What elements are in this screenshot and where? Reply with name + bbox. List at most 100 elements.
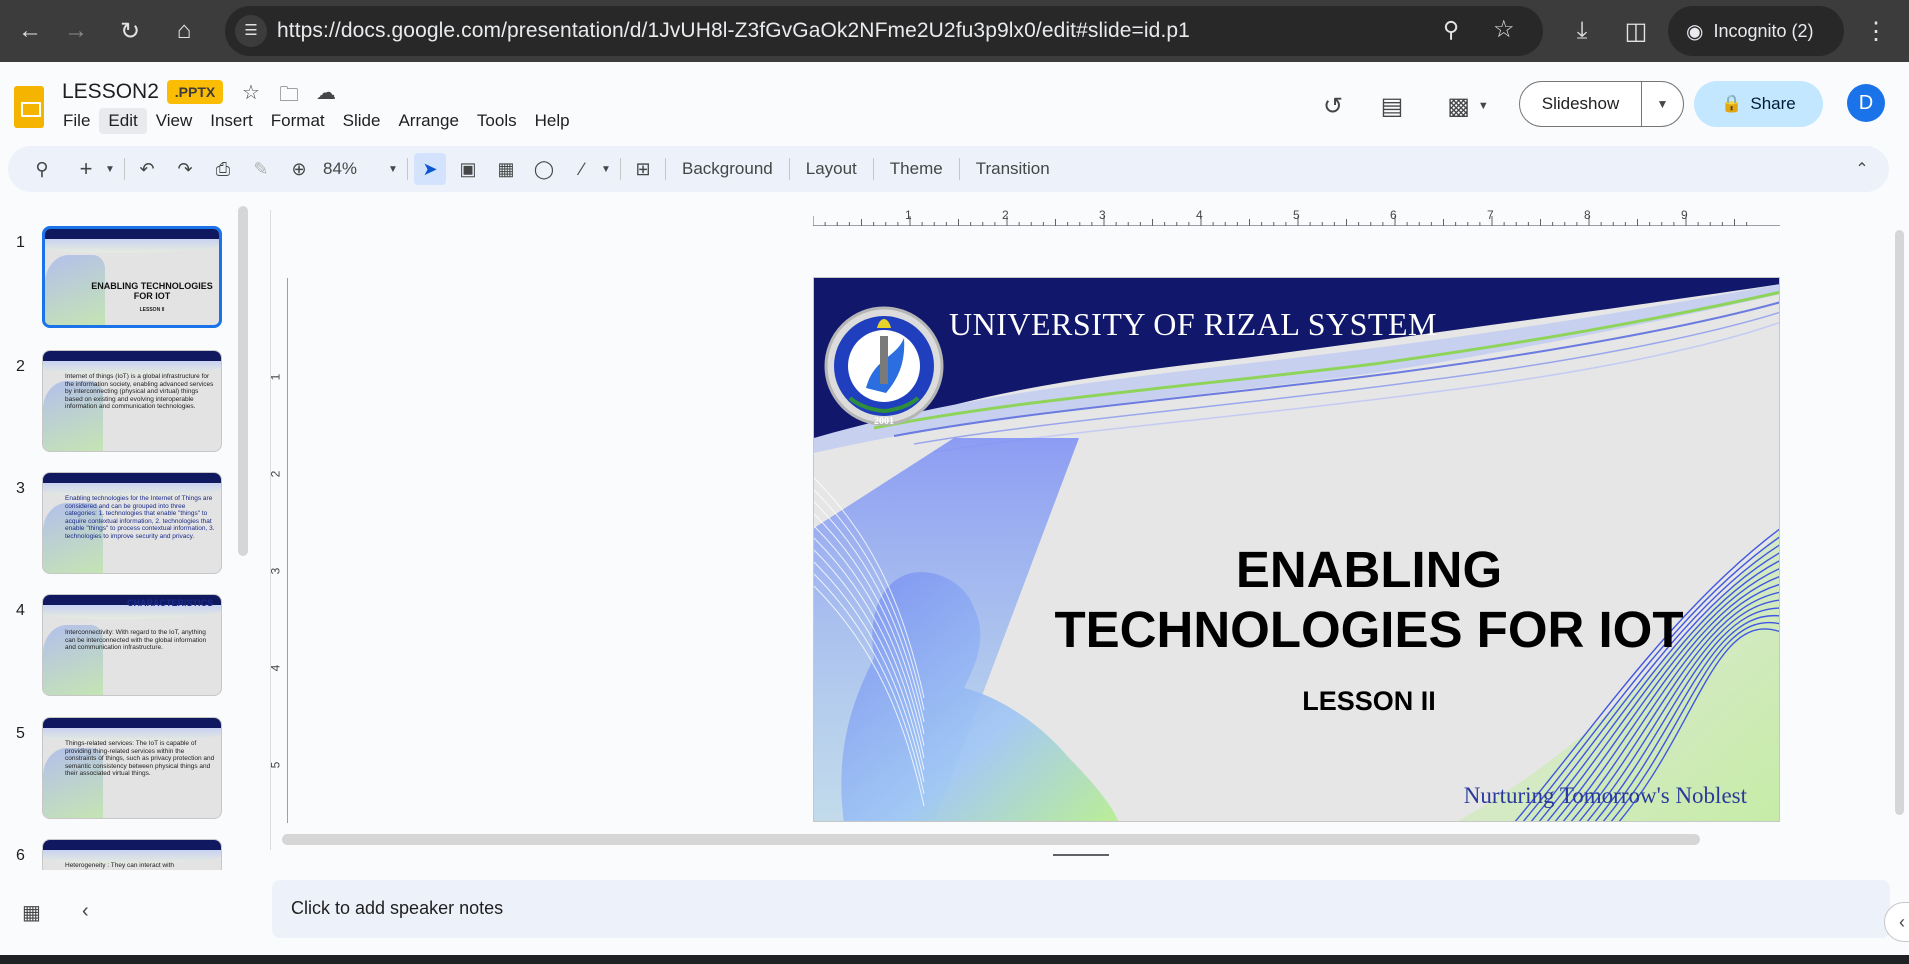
slideshow-label[interactable]: Slideshow [1520, 81, 1642, 127]
layout-button[interactable]: Layout [796, 159, 867, 179]
line-dropdown-icon[interactable]: ▼ [598, 153, 614, 185]
select-cursor-icon[interactable]: ➤ [414, 153, 446, 185]
browser-toolbar: ← → ↻ ⌂ ☰ https://docs.google.com/presen… [0, 0, 1909, 62]
side-panel-icon[interactable]: ◫ [1616, 11, 1656, 51]
toolbar-divider [958, 158, 960, 180]
zoom-icon[interactable]: ⊕ [283, 153, 315, 185]
grid-view-icon[interactable]: ▦ [22, 900, 41, 925]
slides-logo-icon[interactable] [14, 86, 44, 128]
slideshow-button[interactable]: Slideshow ▼ [1519, 81, 1684, 127]
search-menus-icon[interactable]: ⚲ [26, 153, 58, 185]
transition-button[interactable]: Transition [966, 159, 1060, 179]
slide-subtitle[interactable]: LESSON II [1024, 686, 1714, 717]
filmstrip-item[interactable]: 5 Things-related services: The IoT is ca… [0, 717, 240, 827]
cloud-saved-icon[interactable]: ☁ [316, 80, 336, 105]
download-icon[interactable]: ⤓ [1562, 11, 1602, 51]
horizontal-scrollbar[interactable] [282, 834, 1700, 845]
new-slide-icon[interactable]: + [70, 153, 102, 185]
slideshow-dropdown-icon[interactable]: ▼ [1642, 97, 1683, 111]
toolbar-divider [665, 158, 666, 180]
filmstrip-item[interactable]: 1 ENABLING TECHNOLOGIES FOR IOT LESSON I… [0, 226, 240, 336]
slide-thumbnail[interactable]: ENABLING TECHNOLOGIES FOR IOT LESSON II [42, 226, 222, 328]
speaker-notes[interactable]: Click to add speaker notes [272, 880, 1890, 938]
vertical-scrollbar[interactable] [1895, 230, 1904, 815]
slide-number: 3 [16, 480, 25, 497]
slide-thumbnail[interactable]: CHARACTERISTICS Interconnectivity: With … [42, 594, 222, 696]
menu-insert[interactable]: Insert [201, 108, 262, 134]
print-icon[interactable]: ⎙ [207, 153, 239, 185]
thumb-title: ENABLING TECHNOLOGIES FOR IOT [91, 281, 213, 301]
slide-filmstrip: 1 ENABLING TECHNOLOGIES FOR IOT LESSON I… [0, 210, 250, 870]
current-slide[interactable]: UNIVERSITY OF RIZAL SYSTEM 2001 ENABLING… [813, 277, 1780, 822]
ruler-label: 4 [268, 664, 283, 672]
slide-title[interactable]: ENABLING TECHNOLOGIES FOR IOT [1024, 540, 1714, 660]
slide-number: 1 [16, 234, 25, 251]
slide-motto: Nurturing Tomorrow's Noblest [1463, 783, 1747, 808]
toolbar-divider [124, 158, 125, 180]
insert-image-icon[interactable]: ▦ [490, 153, 522, 185]
collapse-toolbar-icon[interactable]: ⌃ [1846, 153, 1878, 185]
notes-resize-handle[interactable] [1053, 854, 1109, 856]
title-line-1: ENABLING [1235, 541, 1503, 598]
text-box-icon[interactable]: ▣ [452, 153, 484, 185]
thumb-text: Heterogeneity : They can interact with [65, 862, 174, 869]
browser-menu-icon[interactable]: ⋮ [1856, 11, 1896, 51]
share-button[interactable]: 🔒 Share [1694, 81, 1823, 127]
version-history-icon[interactable]: ↺ [1313, 86, 1353, 126]
forward-icon[interactable]: → [56, 11, 96, 51]
zoom-level[interactable]: 84% [315, 159, 385, 179]
menu-arrange[interactable]: Arrange [389, 108, 467, 134]
back-icon[interactable]: ← [10, 11, 50, 51]
redo-icon[interactable]: ↷ [169, 153, 201, 185]
filmstrip-item[interactable]: 3 Enabling technologies for the Internet… [0, 472, 240, 582]
comments-icon[interactable]: ▤ [1372, 86, 1412, 126]
background-button[interactable]: Background [672, 159, 783, 179]
account-avatar[interactable]: D [1847, 84, 1885, 122]
bookmark-star-icon[interactable]: ☆ [1493, 15, 1515, 44]
thumb-wave [45, 239, 219, 253]
ruler-label: 5 [268, 761, 283, 769]
incognito-indicator[interactable]: ◉ Incognito (2) [1668, 6, 1844, 56]
menu-tools[interactable]: Tools [468, 108, 526, 134]
new-slide-dropdown-icon[interactable]: ▼ [102, 153, 118, 185]
share-label: Share [1750, 94, 1796, 113]
theme-button[interactable]: Theme [880, 159, 953, 179]
filmstrip-item[interactable]: 6 Heterogeneity : They can interact with [0, 839, 240, 870]
comment-add-icon[interactable]: ⊞ [627, 153, 659, 185]
slide-number: 5 [16, 725, 25, 742]
ruler-label: 3 [268, 567, 283, 575]
slide-thumbnail[interactable]: Enabling technologies for the Internet o… [42, 472, 222, 574]
shape-icon[interactable]: ◯ [528, 153, 560, 185]
star-icon[interactable]: ☆ [242, 80, 260, 105]
reload-icon[interactable]: ↻ [110, 11, 150, 51]
filmstrip-item[interactable]: 4 CHARACTERISTICS Interconnectivity: Wit… [0, 594, 240, 704]
toolbar-divider [872, 158, 874, 180]
zoom-dropdown-icon[interactable]: ▼ [385, 153, 401, 185]
site-settings-icon[interactable]: ☰ [235, 15, 267, 47]
address-bar[interactable]: ☰ https://docs.google.com/presentation/d… [225, 6, 1543, 56]
menu-edit[interactable]: Edit [99, 108, 147, 134]
menu-format[interactable]: Format [262, 108, 334, 134]
filmstrip-item[interactable]: 2 Internet of things (IoT) is a global i… [0, 350, 240, 460]
menu-slide[interactable]: Slide [334, 108, 390, 134]
undo-icon[interactable]: ↶ [131, 153, 163, 185]
paint-format-icon[interactable]: ✎ [245, 153, 277, 185]
slide-thumbnail[interactable]: Heterogeneity : They can interact with [42, 839, 222, 870]
ruler-label: 2 [1002, 208, 1009, 222]
ruler-label: 3 [1099, 208, 1106, 222]
filmstrip-scrollbar[interactable] [238, 206, 248, 556]
menu-view[interactable]: View [147, 108, 202, 134]
line-icon[interactable]: ∕ [566, 153, 598, 185]
document-title[interactable]: LESSON2 [62, 80, 159, 104]
collapse-filmstrip-icon[interactable]: ‹ [82, 900, 89, 923]
zoom-magnifier-icon[interactable]: ⚲ [1443, 17, 1459, 43]
menu-file[interactable]: File [54, 108, 99, 134]
toolbar-divider [788, 158, 790, 180]
url-text: https://docs.google.com/presentation/d/1… [277, 19, 1190, 42]
slide-thumbnail[interactable]: Internet of things (IoT) is a global inf… [42, 350, 222, 452]
meet-camera-icon[interactable]: ▩ ▼ [1438, 86, 1498, 126]
home-icon[interactable]: ⌂ [164, 11, 204, 51]
menu-help[interactable]: Help [526, 108, 579, 134]
ruler-label: 6 [1390, 208, 1397, 222]
slide-thumbnail[interactable]: Things-related services: The IoT is capa… [42, 717, 222, 819]
